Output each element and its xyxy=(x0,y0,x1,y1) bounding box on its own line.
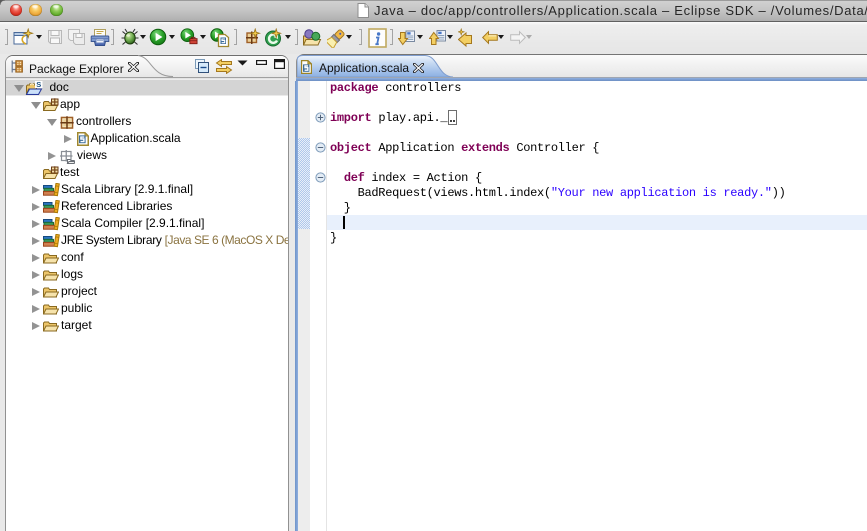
svg-text:S: S xyxy=(36,81,41,89)
